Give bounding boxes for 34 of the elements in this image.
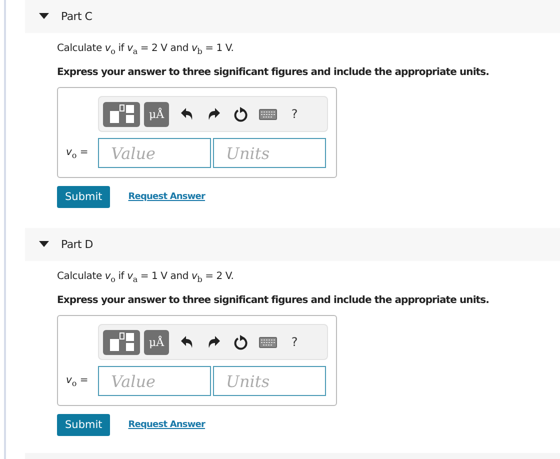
part-header[interactable]: Part D (25, 228, 560, 261)
request-answer-link[interactable]: Request Answer (128, 420, 206, 430)
submit-button[interactable]: Submit (57, 186, 110, 208)
template-icon (108, 104, 134, 124)
part-title: Part D (61, 238, 93, 251)
instruction-text: Express your answer to three significant figures and include the appropriate units. (57, 295, 490, 306)
redo-icon (206, 335, 220, 349)
units-field[interactable]: Units (213, 138, 326, 168)
value-field[interactable]: Value (98, 366, 211, 396)
reset-icon (234, 106, 248, 122)
units-field[interactable]: Units (213, 366, 326, 396)
undo-icon (180, 107, 194, 121)
units-button[interactable]: μÅ (144, 102, 169, 126)
reset-icon (234, 334, 248, 350)
instruction-text: Express your answer to three significant figures and include the appropriate units. (57, 67, 490, 78)
question-text: Calculate v$_{o}$ if v$_{a}$ = 2 V and v$_{b}$ = 1 V. (57, 42, 235, 58)
keyboard-icon (258, 336, 276, 348)
template-button[interactable] (103, 102, 140, 126)
answer-label: v$_{o}$ = (66, 374, 90, 388)
template-icon (108, 332, 134, 352)
template-button[interactable] (103, 330, 140, 354)
question-text: Calculate v$_{o}$ if v$_{a}$ = 1 V and v$_{b}$ = 2 V. (57, 270, 235, 286)
units-button[interactable]: μÅ (144, 330, 169, 354)
help-button[interactable]: ? (281, 102, 308, 126)
undo-icon (180, 335, 194, 349)
value-field[interactable]: Value (98, 138, 211, 168)
part-header[interactable]: Part C (25, 0, 560, 33)
part-title: Part C (61, 10, 92, 23)
request-answer-link[interactable]: Request Answer (128, 192, 206, 202)
redo-icon (206, 107, 220, 121)
help-button[interactable]: ? (281, 330, 308, 354)
answer-label: v$_{o}$ = (66, 146, 90, 160)
submit-button[interactable]: Submit (57, 414, 110, 436)
keyboard-icon (258, 108, 276, 120)
